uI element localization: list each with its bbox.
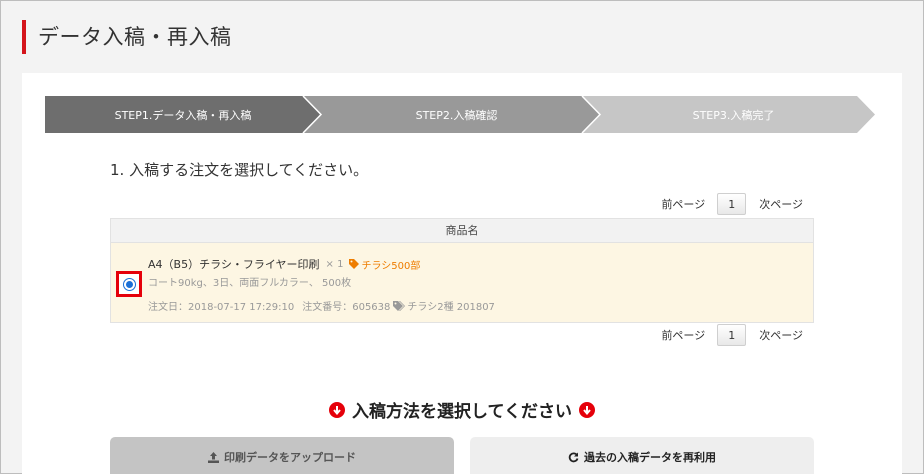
order-meta: 注文日：2018-07-17 17:29:10 注文番号：605638 チラシ2… [148, 298, 495, 313]
prev-page-link[interactable]: 前ページ [661, 196, 705, 212]
table-header-product: 商品名 [111, 219, 813, 243]
product-tag: チラシ500部 [349, 257, 420, 272]
refresh-icon [568, 452, 579, 462]
next-page-link[interactable]: 次ページ [759, 327, 803, 343]
page-title: データ入稿・再入稿 [38, 25, 232, 49]
page-number-button[interactable]: 1 [717, 324, 747, 346]
order-date: 注文日：2018-07-17 17:29:10 [148, 302, 295, 313]
step-1-label: STEP1.データ入稿・再入稿 [114, 108, 252, 122]
product-quantity: × 1 [325, 258, 344, 270]
page-header: データ入稿・再入稿 [22, 20, 232, 54]
order-table: 商品名 A4（B5）チラシ・フライヤー印刷 × 1 チラシ500部 コート90k… [110, 218, 814, 323]
upload-data-button-label: 印刷データをアップロード [224, 451, 356, 464]
step-2: STEP2.入稿確認 [303, 96, 600, 133]
upload-data-button[interactable]: 印刷データをアップロード [110, 437, 454, 474]
arrow-circle-down-icon [329, 401, 345, 418]
method-heading-text: 入稿方法を選択してください [352, 402, 572, 422]
radio-selected-dot [125, 280, 133, 288]
step-separator-icon [581, 96, 602, 133]
product-title-line: A4（B5）チラシ・フライヤー印刷 × 1 チラシ500部 [148, 256, 420, 272]
order-select-radio-highlight[interactable] [116, 271, 142, 297]
step-2-label: STEP2.入稿確認 [415, 108, 498, 122]
step-3-label: STEP3.入稿完了 [692, 108, 775, 122]
order-select-radio[interactable] [122, 277, 136, 291]
reuse-data-button[interactable]: 過去の入稿データを再利用 [470, 437, 814, 474]
step-progress: STEP1.データ入稿・再入稿 STEP2.入稿確認 STEP3.入稿完了 [45, 96, 875, 133]
step-3: STEP3.入稿完了 [582, 96, 875, 133]
method-heading: 入稿方法を選択してください [22, 397, 902, 422]
pager-top: 前ページ 1 次ページ [661, 193, 803, 215]
instruction-text: 1. 入稿する注文を選択してください。 [110, 161, 369, 179]
prev-page-link[interactable]: 前ページ [661, 327, 705, 343]
product-name: A4（B5）チラシ・フライヤー印刷 [148, 258, 320, 271]
tags-icon [393, 300, 406, 311]
main-panel: STEP1.データ入稿・再入稿 STEP2.入稿確認 STEP3.入稿完了 1.… [22, 73, 902, 474]
order-number: 注文番号：605638 [302, 302, 391, 313]
order-tag-label: チラシ2種 201807 [407, 302, 495, 313]
arrow-circle-down-icon [578, 401, 595, 418]
table-row[interactable]: A4（B5）チラシ・フライヤー印刷 × 1 チラシ500部 コート90kg、3日… [111, 243, 813, 322]
step-separator-icon [302, 96, 323, 133]
reuse-data-button-label: 過去の入稿データを再利用 [584, 451, 716, 464]
page-number-button[interactable]: 1 [717, 193, 747, 215]
product-spec: コート90kg、3日、両面フルカラー、 500枚 [148, 278, 352, 289]
product-tag-label: チラシ500部 [361, 260, 421, 272]
pager-bottom: 前ページ 1 次ページ [661, 324, 803, 346]
order-tag: チラシ2種 201807 [393, 298, 495, 313]
step-1: STEP1.データ入稿・再入稿 [45, 96, 321, 133]
tag-icon [349, 259, 360, 269]
upload-icon [208, 451, 219, 463]
next-page-link[interactable]: 次ページ [759, 196, 803, 212]
